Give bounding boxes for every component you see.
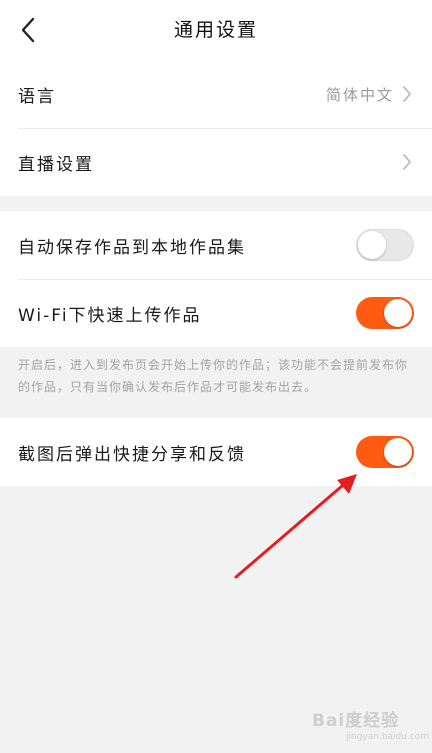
chevron-right-icon bbox=[400, 152, 414, 172]
language-value: 简体中文 bbox=[325, 85, 394, 104]
chevron-right-icon bbox=[400, 84, 414, 104]
general-settings-group: 语言 简体中文 直播设置 bbox=[0, 60, 432, 196]
toggle-knob bbox=[384, 299, 412, 327]
wifi-upload-toggle[interactable] bbox=[356, 297, 414, 329]
toggle-knob bbox=[384, 438, 412, 466]
page-title: 通用设置 bbox=[173, 19, 258, 41]
wifi-upload-label: Wi-Fi下快速上传作品 bbox=[18, 305, 202, 326]
screenshot-share-row: 截图后弹出快捷分享和反馈 bbox=[0, 418, 432, 486]
watermark-url: jingyan.baidu.com bbox=[346, 732, 430, 742]
auto-save-toggle[interactable] bbox=[356, 229, 414, 261]
upload-settings-group: 自动保存作品到本地作品集 Wi-Fi下快速上传作品 bbox=[0, 211, 432, 347]
language-label: 语言 bbox=[18, 86, 56, 107]
header: 通用设置 bbox=[0, 0, 432, 60]
screenshot-share-toggle[interactable] bbox=[356, 436, 414, 468]
auto-save-label: 自动保存作品到本地作品集 bbox=[18, 237, 246, 258]
live-settings-row[interactable]: 直播设置 bbox=[0, 128, 432, 196]
screenshot-settings-group: 截图后弹出快捷分享和反馈 bbox=[0, 418, 432, 486]
live-settings-label: 直播设置 bbox=[18, 154, 94, 175]
auto-save-row: 自动保存作品到本地作品集 bbox=[0, 211, 432, 279]
wifi-upload-row: Wi-Fi下快速上传作品 bbox=[0, 279, 432, 347]
back-button[interactable] bbox=[8, 10, 48, 50]
watermark-logo: Bai度经验 bbox=[312, 711, 400, 731]
chevron-left-icon bbox=[21, 17, 35, 43]
toggle-knob bbox=[358, 231, 386, 259]
wifi-upload-note: 开启后，进入到发布页会开始上传你的作品；该功能不会提前发布你的作品，只有当你确认… bbox=[18, 358, 409, 394]
language-row[interactable]: 语言 简体中文 bbox=[0, 60, 432, 128]
screenshot-share-label: 截图后弹出快捷分享和反馈 bbox=[18, 444, 246, 465]
